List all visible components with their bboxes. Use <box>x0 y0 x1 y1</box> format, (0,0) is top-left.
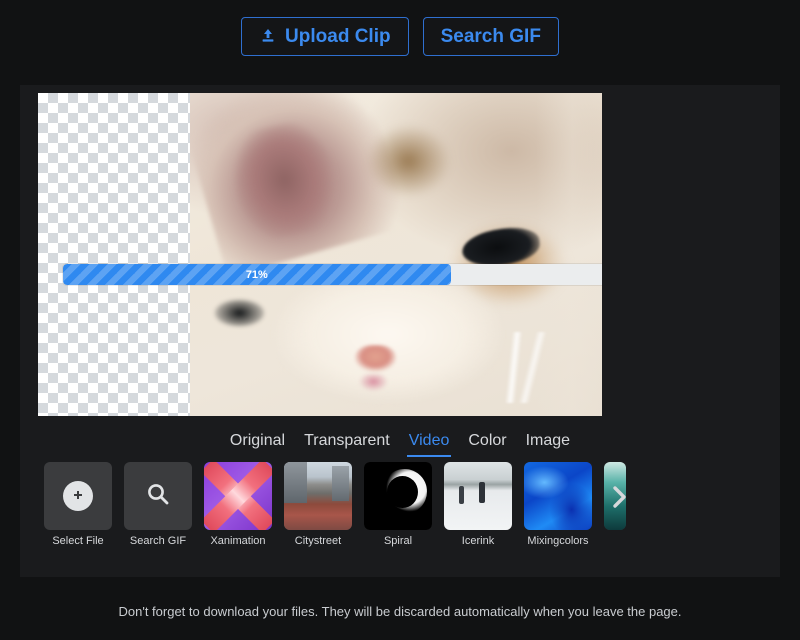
select-file-tile[interactable] <box>44 462 112 530</box>
plus-circle-icon <box>63 481 93 511</box>
strip-item-search-gif[interactable]: Search GIF <box>124 462 192 547</box>
citystreet-art <box>284 462 352 530</box>
strip-item-xanimation[interactable]: Xanimation <box>204 462 272 547</box>
strip-next-button[interactable] <box>606 484 632 514</box>
search-gif-label: Search GIF <box>441 27 541 46</box>
footer-notice: Don't forget to download your files. The… <box>0 604 800 619</box>
preview-stage[interactable]: 71% <box>38 93 602 416</box>
icerink-art <box>444 462 512 530</box>
strip-item-label: Spiral <box>364 535 432 547</box>
chevron-right-icon <box>609 484 629 515</box>
strip-item-label: Search GIF <box>124 535 192 547</box>
mixingcolors-art <box>524 462 592 530</box>
strip-item-select-file[interactable]: Select File <box>44 462 112 547</box>
app-root: Upload Clip Search GIF <box>0 0 800 640</box>
strip-item-label: Citystreet <box>284 535 352 547</box>
strip-item-icerink[interactable]: Icerink <box>444 462 512 547</box>
tab-video[interactable]: Video <box>407 430 452 457</box>
strip-item-label: Select File <box>44 535 112 547</box>
tab-original[interactable]: Original <box>228 430 287 457</box>
spiral-thumbnail[interactable] <box>364 462 432 530</box>
strip-item-mixingcolors[interactable]: Mixingcolors <box>524 462 592 547</box>
progress-fill: 71% <box>63 264 451 285</box>
strip-item-label: Mixingcolors <box>524 535 592 547</box>
view-tabs: Original Transparent Video Color Image <box>20 430 780 457</box>
top-toolbar: Upload Clip Search GIF <box>0 0 800 72</box>
strip-item-label: Xanimation <box>204 535 272 547</box>
tab-transparent-label: Transparent <box>304 432 390 449</box>
search-gif-button[interactable]: Search GIF <box>423 17 559 56</box>
icerink-thumbnail[interactable] <box>444 462 512 530</box>
footer-notice-text: Don't forget to download your files. The… <box>118 604 681 619</box>
tab-image[interactable]: Image <box>524 430 572 457</box>
mixingcolors-thumbnail[interactable] <box>524 462 592 530</box>
citystreet-thumbnail[interactable] <box>284 462 352 530</box>
tab-color-label: Color <box>468 432 506 449</box>
strip-item-spiral[interactable]: Spiral <box>364 462 432 547</box>
progress-bar: 71% <box>63 264 602 285</box>
xanimation-art <box>204 462 272 530</box>
clip-strip[interactable]: Select File Search GIF <box>44 462 756 552</box>
upload-icon <box>259 27 277 45</box>
tab-color[interactable]: Color <box>466 430 508 457</box>
tab-video-label: Video <box>409 432 450 449</box>
xanimation-thumbnail[interactable] <box>204 462 272 530</box>
tab-original-label: Original <box>230 432 285 449</box>
editor-panel: 71% Original Transparent Video Color Ima… <box>20 85 780 577</box>
tab-transparent[interactable]: Transparent <box>302 430 392 457</box>
preview-media <box>190 93 602 416</box>
spiral-art <box>364 462 432 530</box>
upload-clip-button[interactable]: Upload Clip <box>241 17 409 56</box>
strip-item-citystreet[interactable]: Citystreet <box>284 462 352 547</box>
tab-image-label: Image <box>526 432 570 449</box>
progress-percent-label: 71% <box>246 269 268 281</box>
strip-item-label: Icerink <box>444 535 512 547</box>
upload-clip-label: Upload Clip <box>285 27 391 46</box>
search-gif-tile[interactable] <box>124 462 192 530</box>
search-icon <box>143 479 173 514</box>
